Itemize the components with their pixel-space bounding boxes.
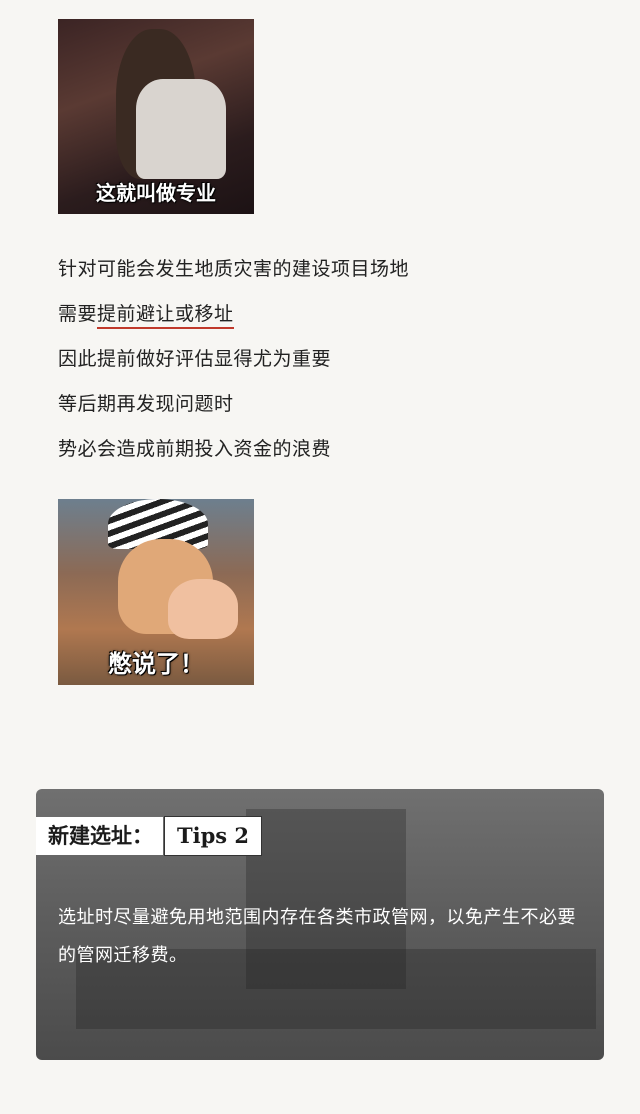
tips-card: 新建选址： Tips 2 选址时尽量避免用地范围内存在各类市政管网，以免产生不必…: [36, 789, 604, 1060]
tips-text: 选址时尽量避免用地范围内存在各类市政管网，以免产生不必要的管网迁移费。: [58, 907, 576, 966]
tips-header: 新建选址： Tips 2: [36, 817, 262, 855]
text-line: 势必会造成前期投入资金的浪费: [58, 438, 332, 460]
meme-image-professional: 这就叫做专业: [58, 19, 254, 214]
tips-title: 新建选址：: [36, 817, 163, 855]
meme-image-stop-talking: 憋说了！: [58, 499, 254, 685]
text-line-prefix: 需要: [58, 303, 98, 325]
text-line: 需要提前避让或移址: [58, 297, 578, 342]
text-line: 因此提前做好评估显得尤为重要: [58, 348, 332, 370]
meme-caption: 憋说了！: [108, 650, 204, 678]
underlined-phrase: 提前避让或移址: [97, 303, 234, 329]
meme-caption: 这就叫做专业: [96, 181, 216, 205]
text-line: 针对可能会发生地质灾害的建设项目场地: [58, 258, 410, 280]
text-line: 等后期再发现问题时: [58, 393, 234, 415]
body-text: 针对可能会发生地质灾害的建设项目场地 需要提前避让或移址 因此提前做好评估显得尤…: [58, 252, 578, 477]
hand-figure: [168, 579, 238, 639]
man-shirt: [136, 79, 226, 179]
tips-badge: Tips 2: [165, 817, 262, 855]
